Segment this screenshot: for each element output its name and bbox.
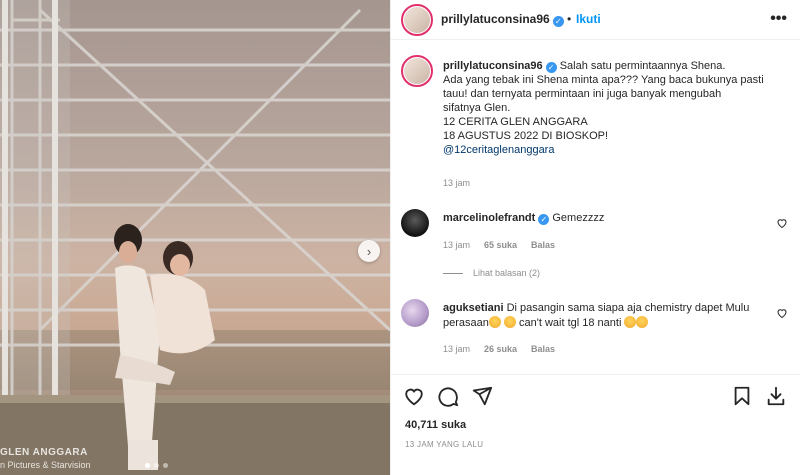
carousel-next-button[interactable]: ›: [358, 240, 380, 262]
comment-time: 13 jam: [443, 344, 471, 354]
heart-eyes-emoji-icon: [503, 316, 516, 328]
caption-line: 18 AGUSTUS 2022 DI BIOSKOP!: [443, 130, 609, 142]
like-comment-heart-icon[interactable]: [776, 307, 788, 319]
caption-timestamp: 13 jam: [443, 178, 471, 188]
caption-line: tauu! dan ternyata permintaan ini juga b…: [443, 88, 722, 100]
carousel-dot: [154, 463, 159, 468]
author-avatar[interactable]: [401, 4, 433, 36]
caption-username[interactable]: prillylatuconsina96: [443, 60, 543, 72]
comment-reply-button[interactable]: Balas: [531, 240, 555, 250]
verified-badge-icon: ✓: [552, 16, 564, 27]
carousel-indicator: [145, 463, 168, 468]
commenter-avatar[interactable]: [401, 299, 429, 327]
author-username: prillylatuconsina96: [441, 12, 550, 26]
caption-first-line: prillylatuconsina96 ✓ Salah satu perminta…: [443, 59, 788, 73]
comment-reply-button[interactable]: Balas: [531, 344, 555, 354]
watermark-credit: n Pictures & Starvision: [0, 460, 91, 470]
caption-line: Ada yang tebak ini Shena minta apa??? Ya…: [443, 74, 764, 86]
heart-eyes-emoji-icon: [636, 316, 649, 328]
comment-meta: 13 jam 26 suka Balas: [443, 344, 555, 354]
comment-time: 13 jam: [443, 240, 471, 250]
view-replies-label: Lihat balasan (2): [473, 268, 541, 278]
view-replies-button[interactable]: Lihat balasan (2): [443, 268, 540, 278]
header-separator: •: [567, 12, 572, 26]
avatar-image: [404, 58, 430, 84]
post-photo: [0, 0, 390, 475]
comment-meta: 13 jam 65 suka Balas: [443, 240, 555, 250]
heart-eyes-emoji-icon: [624, 316, 637, 328]
instagram-post-modal: › GLEN ANGGARA n Pictures & Starvision p…: [0, 0, 800, 475]
caption-line: Salah satu permintaannya Shena.: [559, 60, 726, 72]
save-bookmark-icon[interactable]: [731, 385, 753, 407]
commenter-avatar[interactable]: [401, 209, 429, 237]
comment-text: marcelinolefrandt ✓ Gemezzzz: [443, 211, 773, 226]
post-media-carousel[interactable]: › GLEN ANGGARA n Pictures & Starvision: [0, 0, 390, 475]
replies-divider: [443, 272, 463, 274]
caption-line: 12 CERITA GLEN ANGGARA: [443, 116, 588, 128]
author-username-link[interactable]: prillylatuconsina96 ✓: [441, 12, 564, 27]
post-action-bar: 40,711 suka 13 JAM YANG LALU: [391, 374, 800, 475]
post-header: prillylatuconsina96 ✓ • Ikuti •••: [391, 0, 800, 40]
post-timestamp: 13 JAM YANG LALU: [405, 440, 484, 449]
avatar-image: [404, 7, 430, 33]
commenter-username[interactable]: marcelinolefrandt: [443, 212, 535, 224]
verified-badge-icon: ✓: [545, 62, 557, 73]
astonished-emoji-icon: [488, 316, 501, 328]
caption-line: sifatnya Glen.: [443, 102, 511, 114]
comment-bubble-icon[interactable]: [437, 385, 459, 407]
like-heart-icon[interactable]: [403, 385, 425, 407]
caption-author-avatar[interactable]: [401, 55, 433, 87]
photo-watermark: GLEN ANGGARA n Pictures & Starvision: [0, 447, 91, 471]
comment-body: Di pasangin sama siapa aja chemistry dap…: [506, 302, 750, 314]
carousel-dot: [145, 463, 150, 468]
comment-body: perasaan: [443, 317, 489, 329]
comment-likes[interactable]: 26 suka: [484, 344, 517, 354]
verified-badge-icon: ✓: [538, 214, 550, 225]
caption-mention-link[interactable]: @12ceritaglenanggara: [443, 143, 788, 157]
like-comment-heart-icon[interactable]: [776, 217, 788, 229]
download-icon[interactable]: [765, 385, 787, 407]
share-paper-plane-icon[interactable]: [471, 385, 493, 407]
comment-likes[interactable]: 65 suka: [484, 240, 517, 250]
comment-body: Gemezzzz: [552, 212, 605, 224]
comment-body: can't wait tgl 18 nanti: [519, 317, 622, 329]
post-likes-count[interactable]: 40,711 suka: [405, 419, 466, 431]
commenter-username[interactable]: aguksetiani: [443, 302, 504, 314]
more-options-icon[interactable]: •••: [770, 10, 787, 28]
caption-text: prillylatuconsina96 ✓ Salah satu perminta…: [443, 59, 788, 157]
carousel-dot: [163, 463, 168, 468]
comment-text: aguksetiani Di pasangin sama siapa aja c…: [443, 301, 773, 331]
post-side-panel: prillylatuconsina96 ✓ • Ikuti ••• prillyl…: [390, 0, 800, 475]
watermark-title: GLEN ANGGARA: [0, 447, 88, 458]
follow-button[interactable]: Ikuti: [576, 12, 601, 26]
